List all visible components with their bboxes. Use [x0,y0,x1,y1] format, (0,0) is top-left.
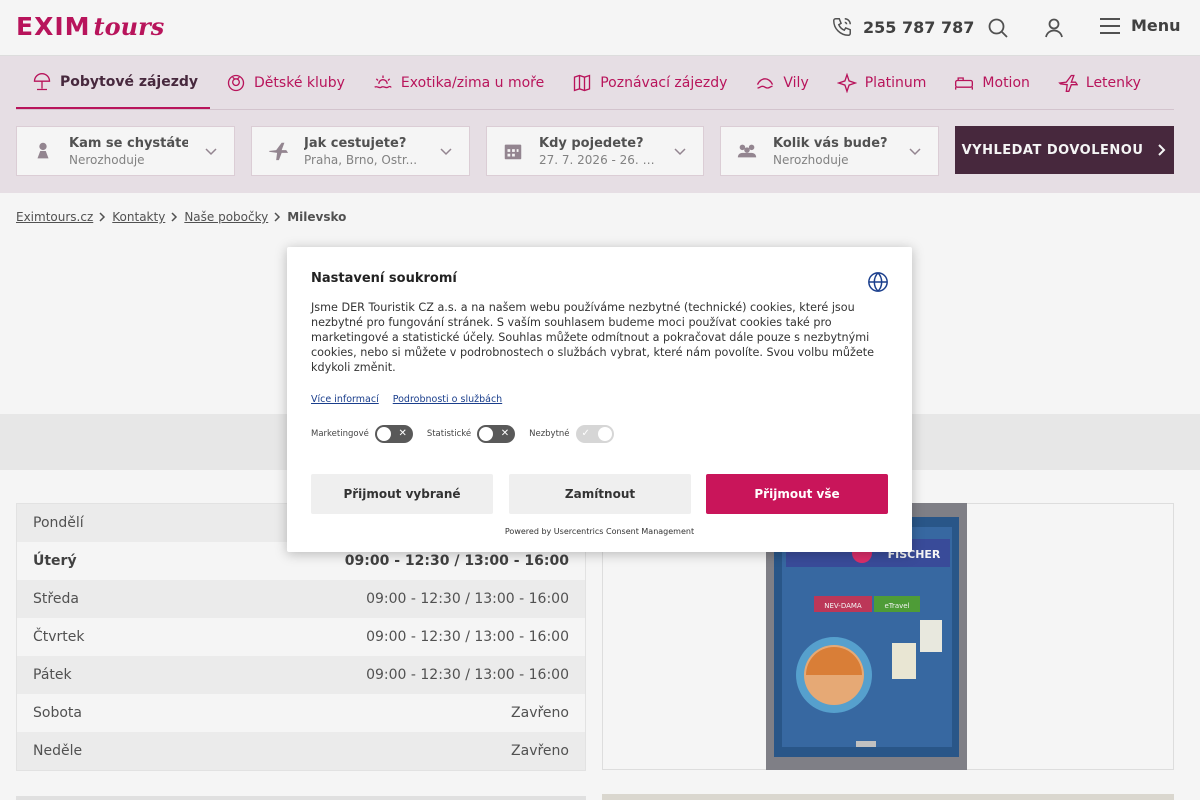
necessary-switch: ✓ [575,425,614,443]
marketing-switch[interactable]: ✕ [374,425,413,443]
accept-all-button[interactable]: Přijmout vše [706,474,888,514]
toggle-necessary: Nezbytné ✓ [529,425,614,443]
privacy-settings-dialog: Nastavení soukromí Jsme DER Touristik CZ… [287,247,912,552]
dialog-text: Jsme DER Touristik CZ a.s. a na našem we… [311,301,874,374]
consent-toggles: Marketingové ✕ Statistické ✕ Nezbytné ✓ [311,425,628,443]
accept-selected-button[interactable]: Přijmout vybrané [311,474,493,514]
cross-icon: ✕ [500,428,510,439]
statistics-switch[interactable]: ✕ [477,425,516,443]
powered-by-text: Powered by Usercentrics Consent Manageme… [504,527,695,536]
check-icon: ✓ [581,428,590,439]
cross-icon: ✕ [398,428,407,439]
dialog-links: Více informací Podrobnosti o službách [311,394,502,405]
reject-button[interactable]: Zamítnout [509,474,691,514]
language-globe-icon[interactable] [867,271,889,297]
dialog-title: Nastavení soukromí [311,271,457,286]
service-details-link[interactable]: Podrobnosti o službách [393,394,502,405]
toggle-statistics[interactable]: Statistické ✕ [427,425,516,443]
more-info-link[interactable]: Více informací [311,394,379,405]
toggle-marketing[interactable]: Marketingové ✕ [311,425,413,443]
